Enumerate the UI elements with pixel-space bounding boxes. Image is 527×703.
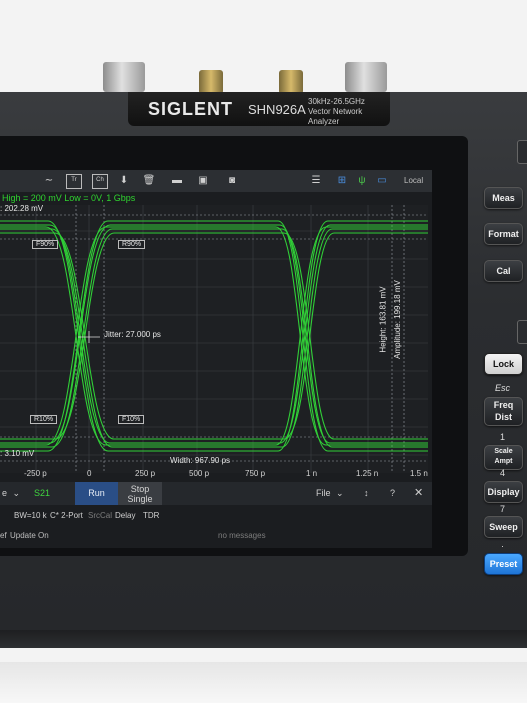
status-bar: BW=10 k C* 2-Port SrcCal Delay TDR (0, 508, 432, 524)
screen: ∼ Tr Ch ⬇ 🗑 ▬ ▣ ◙ ☰ ⊞ ψ ▭ Local High = 2… (0, 170, 432, 548)
table-reflection (0, 662, 527, 703)
list-icon[interactable]: ☰ (309, 174, 323, 187)
measure-dropdown-label: e (2, 488, 8, 498)
bottom-level-label: : 3.10 mV (0, 449, 35, 458)
close-icon[interactable]: ✕ (414, 482, 423, 505)
battery-icon: ▭ (377, 175, 387, 186)
key-number-1: 1 (499, 432, 505, 442)
open-folder-icon[interactable]: ▬ (170, 174, 184, 187)
brand-type: Vector Network Analyzer (308, 107, 363, 126)
top-level-label: : 202.28 mV (0, 204, 44, 213)
chevron-down-icon: ⌄ (336, 488, 344, 498)
control-bar: e ⌄ S21 Run Stop Single File ⌄ ↕ ? ✕ (0, 482, 432, 505)
stop-single-button[interactable]: Stop Single (118, 482, 162, 505)
tr-icon[interactable]: Tr (66, 174, 82, 189)
meas-key[interactable]: Meas (484, 187, 523, 209)
local-label: Local (404, 176, 424, 185)
file-menu-label: File (316, 488, 331, 498)
side-panel-edge (517, 140, 527, 164)
signal-info: High = 200 mV Low = 0V, 1 Gbps (0, 192, 432, 204)
brand-logo: SIGLENT (148, 99, 234, 119)
x-tick: 1.5 n (410, 469, 428, 478)
freq-dist-key[interactable]: Freq Dist (484, 397, 523, 426)
toolbar: ∼ Tr Ch ⬇ 🗑 ▬ ▣ ◙ ☰ ⊞ ψ ▭ Local (0, 170, 432, 192)
message-center: no messages (218, 531, 266, 540)
status-delay[interactable]: Delay (115, 511, 135, 520)
status-calibration[interactable]: C* 2-Port (50, 511, 83, 520)
key-decimal-point: . (501, 539, 504, 549)
trace-selector[interactable]: S21 (34, 482, 50, 505)
eye-traces (0, 220, 428, 452)
r10-marker[interactable]: R10% (30, 415, 58, 424)
format-key[interactable]: Format (484, 223, 523, 245)
save-icon[interactable]: ▣ (196, 174, 210, 187)
x-tick: 0 (87, 469, 92, 478)
key-number-4: 4 (499, 468, 505, 478)
f10-marker[interactable]: F10% (118, 415, 145, 424)
scale-ampt-key[interactable]: Scale Ampt (484, 445, 523, 470)
resize-icon[interactable]: ↕ (364, 482, 369, 505)
aux-connector-right (279, 70, 303, 94)
x-tick: 1.25 n (356, 469, 379, 478)
update-status: Update On (10, 531, 49, 540)
message-left: ef (0, 531, 7, 540)
brand-range: 30kHz-26.5GHz (308, 97, 365, 106)
lock-key[interactable]: Lock (484, 353, 523, 375)
eye-height-label: Height: 163.81 mV (378, 286, 388, 353)
esc-label: Esc (494, 383, 510, 393)
side-knob-edge (517, 320, 527, 344)
jitter-label: Jitter: 27.000 ps (104, 330, 161, 339)
x-tick: 250 p (135, 469, 156, 478)
eye-width-label: Width: 967.90 ps (170, 456, 231, 465)
x-tick: 1 n (306, 469, 318, 478)
r90-marker[interactable]: R90% (118, 240, 146, 249)
cal-key[interactable]: Cal (484, 260, 523, 282)
amplitude-label: Amplitude: 199.18 mV (392, 280, 402, 359)
port-2-connector (345, 62, 387, 92)
network-icon: ⊞ (337, 175, 347, 186)
trash-icon[interactable]: 🗑 (142, 174, 156, 187)
sweep-key[interactable]: Sweep (484, 516, 523, 538)
brand-plate: SIGLENT SHN926A 30kHz-26.5GHz Vector Net… (128, 92, 390, 126)
run-button[interactable]: Run (75, 482, 118, 505)
status-bandwidth[interactable]: BW=10 k (14, 511, 47, 520)
x-axis: -250 p 0 250 p 500 p 750 p 1 n 1.25 n 1.… (0, 469, 432, 481)
x-tick: -250 p (24, 469, 47, 478)
marker-add-icon[interactable]: ⬇ (117, 174, 131, 187)
signal-icon: ψ (358, 175, 366, 186)
marker-icon[interactable]: ∼ (42, 174, 56, 187)
chevron-down-icon: ⌄ (12, 488, 21, 498)
eye-diagram-svg (0, 205, 428, 473)
x-tick: 750 p (245, 469, 266, 478)
display-key[interactable]: Display (484, 481, 523, 503)
x-tick: 500 p (189, 469, 210, 478)
ch-icon[interactable]: Ch (92, 174, 108, 189)
preset-key[interactable]: Preset (484, 553, 523, 575)
message-bar: ef Update On no messages (0, 528, 432, 544)
status-srccal[interactable]: SrcCal (88, 511, 112, 520)
brand-model: SHN926A (248, 102, 306, 117)
stop-label: Stop (130, 484, 150, 494)
port-1-connector (103, 62, 145, 92)
file-menu[interactable]: File ⌄ (316, 482, 344, 505)
f90-marker[interactable]: F90% (32, 240, 59, 249)
measure-dropdown[interactable]: e ⌄ (2, 482, 20, 505)
status-tdr[interactable]: TDR (143, 511, 159, 520)
help-icon[interactable]: ? (390, 482, 395, 505)
camera-icon[interactable]: ◙ (225, 174, 239, 187)
signal-info-text: High = 200 mV Low = 0V, 1 Gbps (2, 193, 136, 203)
brand-subtitle: 30kHz-26.5GHz Vector Network Analyzer (308, 97, 390, 127)
key-number-7: 7 (499, 504, 505, 514)
single-label: Single (127, 494, 153, 504)
device-base (0, 630, 527, 648)
aux-connector-left (199, 70, 223, 94)
